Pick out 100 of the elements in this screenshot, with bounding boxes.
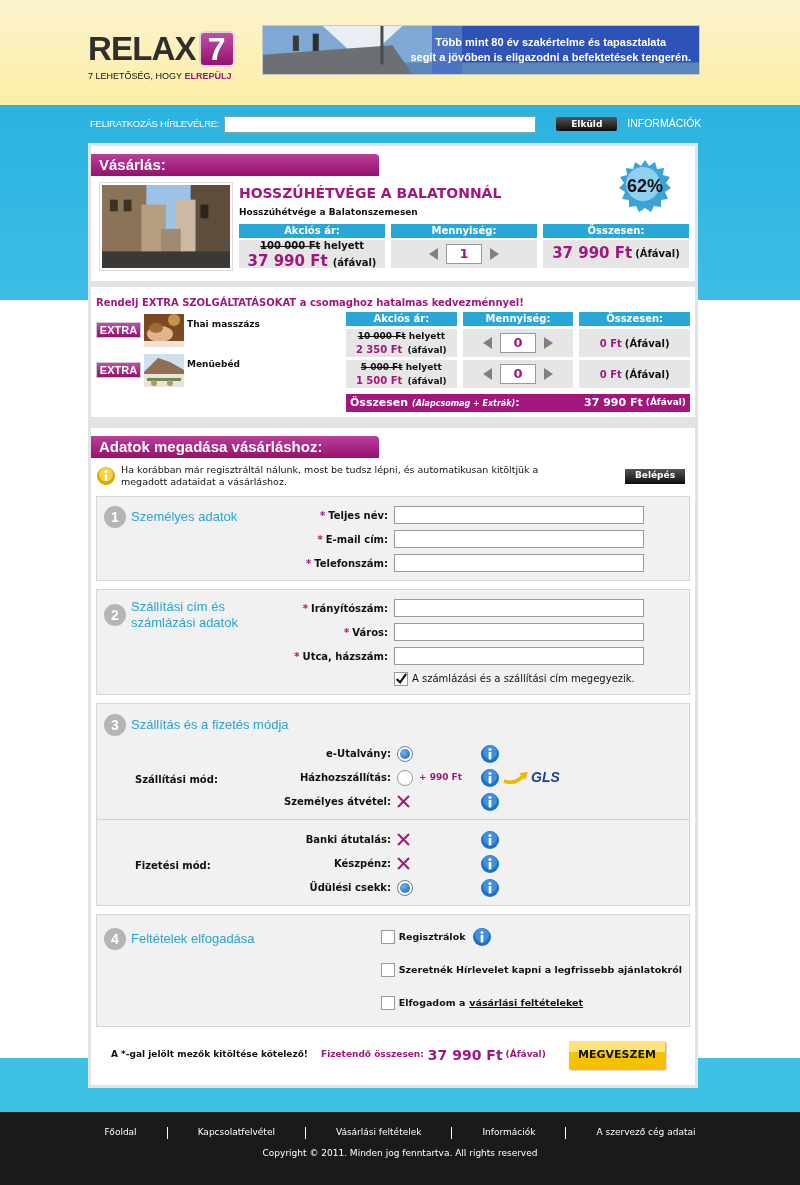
section-heading: Adatok megadása vásárláshoz: [91, 436, 379, 458]
surcharge-text: + 990 Ft [419, 771, 463, 782]
field-label: Telefonszám: [314, 557, 388, 569]
checkbox[interactable] [380, 930, 395, 944]
info-icon[interactable] [481, 878, 499, 897]
carrier-logo: GLS [503, 767, 560, 788]
checkbox[interactable] [380, 963, 395, 977]
required-marker: * [317, 533, 323, 545]
logo-wordmark: RELAX [88, 32, 196, 66]
checkbox[interactable] [394, 671, 408, 686]
input-field[interactable] [394, 530, 644, 548]
old-price: 10 000 Ft [357, 330, 406, 341]
info-icon[interactable] [481, 830, 499, 849]
required-note: A *-gal jelölt mezők kitöltése kötelező! [111, 1048, 309, 1062]
footer-link[interactable]: Vásárlási feltételek [335, 1126, 422, 1140]
sale-price: 2 350 Ft [355, 343, 403, 355]
field-label: E-mail cím: [325, 533, 388, 545]
extra-badge: EXTRA [96, 322, 141, 338]
vat-note: (Áfával) [624, 336, 670, 351]
required-marker: * [344, 626, 350, 638]
info-icon[interactable] [481, 854, 499, 873]
terms-link[interactable]: vásárlási feltételeket [469, 995, 584, 1011]
group-label: Fizetési mód: [135, 859, 211, 871]
total-amount: 37 990 Ft [427, 1045, 503, 1065]
quantity-field[interactable]: 0 [500, 364, 536, 384]
instead-text: helyett [408, 330, 445, 341]
newsletter-label: FELIRATKOZÁS HÍRLEVÉLRE: [90, 116, 220, 131]
instead-text: helyett [405, 361, 442, 372]
checkbox-label: Regisztrálok [398, 929, 466, 944]
extra-badge: EXTRA [96, 362, 141, 378]
vat-note: (Áfával) [624, 367, 670, 382]
step-title: Feltételek elfogadása [131, 930, 255, 948]
radio-button[interactable] [397, 745, 413, 762]
column-header: Összesen: [543, 223, 689, 238]
column-header: Akciós ár: [239, 223, 385, 238]
footer-link[interactable]: Főoldal [104, 1126, 137, 1140]
info-icon[interactable] [481, 744, 499, 763]
left-arrow-icon[interactable] [483, 368, 492, 380]
vat-note: (áfával) [407, 344, 447, 355]
input-field[interactable] [394, 623, 644, 641]
cross-icon [397, 857, 410, 870]
input-field[interactable] [394, 554, 644, 572]
quantity-field[interactable]: 1 [446, 243, 482, 264]
logo-badge: 7 [198, 31, 235, 67]
input-field[interactable] [394, 506, 644, 524]
option-label: Személyes átvétel: [283, 795, 392, 809]
email-field[interactable] [224, 115, 537, 133]
old-price: 100 000 Ft [260, 239, 321, 251]
footer-link[interactable]: Kapcsolatfelvétel [197, 1126, 275, 1140]
footer-link[interactable]: Információk [482, 1126, 536, 1140]
input-field[interactable] [394, 599, 644, 617]
input-field[interactable] [394, 647, 644, 665]
quantity-field[interactable]: 0 [500, 333, 536, 353]
required-marker: * [306, 557, 312, 569]
cross-icon [397, 833, 410, 846]
required-marker: * [302, 602, 308, 614]
grand-total-label: Összesen (Alapcsomag + Extrák): [350, 394, 520, 411]
right-arrow-icon[interactable] [544, 337, 553, 349]
banner-text: Több mint 80 év szakértelme és tapasztalata segít a jövőben is eligazodni a befektetések tengerén. [410, 35, 691, 65]
field-label: Teljes név: [328, 509, 388, 521]
group-label: Szállítási mód: [135, 773, 218, 785]
radio-button[interactable] [397, 879, 413, 896]
column-header: Mennyiség: [462, 312, 574, 326]
login-notice: Ha korábban már regisztráltál nálunk, most be tudsz lépni, és automatikusan kitöltjük a megadott adataidat a vásárláshoz. [121, 464, 540, 488]
info-icon[interactable] [481, 792, 499, 811]
grand-total-amount: 37 990 Ft [584, 394, 643, 411]
copyright-text: Copyright © 2011. Minden jog fenntartva. All rights reserved [262, 1146, 538, 1160]
cross-icon [397, 795, 410, 808]
total-label: Fizetendő összesen: [321, 1048, 424, 1062]
buy-button[interactable]: MEGVESZEM [569, 1041, 665, 1069]
offer-subtitle: Hosszúhétvége a Balatonszemesen [239, 206, 418, 219]
column-header: Összesen: [579, 312, 690, 326]
login-button[interactable]: Belépés [625, 468, 685, 484]
info-icon[interactable] [481, 768, 499, 787]
field-label: Utca, házszám: [302, 650, 388, 662]
extras-heading: Rendelj EXTRA SZOLGÁLTATÁSOKAT a csomaghoz hatalmas kedvezménnyel! [96, 295, 525, 310]
option-label: Készpénz: [333, 857, 392, 871]
required-marker: * [320, 509, 326, 521]
extra-name: Menüebéd [187, 358, 240, 371]
step-number: 2 [104, 604, 126, 627]
option-label: Banki átutalás: [304, 833, 392, 847]
field-label: Város: [352, 626, 388, 638]
step-title: Szállítási cím és számlázási adatok [131, 599, 239, 632]
send-button[interactable]: Elküld [556, 117, 618, 131]
option-label: e-Utalvány: [325, 747, 392, 761]
checkbox-label: Elfogadom a [398, 995, 466, 1010]
sale-price: 1 500 Ft [355, 374, 403, 386]
offer-title: HOSSZÚHÉTVÉGE A BALATONNÁL [239, 183, 502, 203]
info-icon[interactable] [473, 928, 492, 946]
instead-text: helyett [323, 239, 364, 251]
vat-note: (Áfával) [505, 1048, 546, 1062]
right-arrow-icon[interactable] [544, 368, 553, 380]
right-arrow-icon[interactable] [490, 247, 499, 260]
field-label: Irányítószám: [310, 602, 388, 614]
vat-note: (áfával) [407, 375, 447, 386]
checkbox[interactable] [380, 996, 395, 1010]
radio-button[interactable] [397, 769, 413, 786]
left-arrow-icon[interactable] [483, 337, 492, 349]
footer-link[interactable]: A szervező cég adatai [596, 1126, 696, 1140]
left-arrow-icon[interactable] [429, 247, 438, 260]
